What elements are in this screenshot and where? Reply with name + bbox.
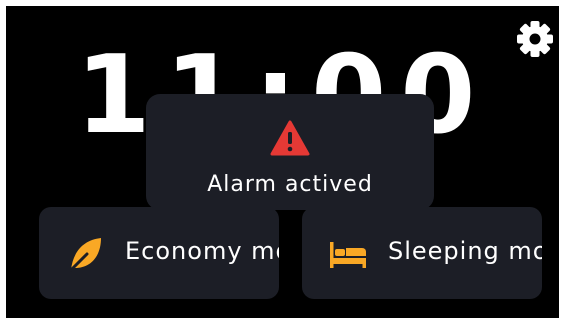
sleeping-mode-button[interactable]: Sleeping mo [302, 207, 542, 299]
gear-icon[interactable] [516, 20, 554, 58]
sleeping-mode-label: Sleeping mo [388, 237, 542, 265]
economy-mode-button[interactable]: Economy mo [39, 207, 279, 299]
warning-icon [270, 120, 310, 156]
alarm-popup: Alarm actived [146, 94, 434, 210]
alarm-message: Alarm actived [207, 172, 373, 197]
bed-icon [328, 234, 368, 274]
device-screen: 11:00 Economy mo [6, 6, 559, 318]
leaf-icon [65, 234, 105, 274]
economy-mode-label: Economy mo [125, 237, 279, 265]
